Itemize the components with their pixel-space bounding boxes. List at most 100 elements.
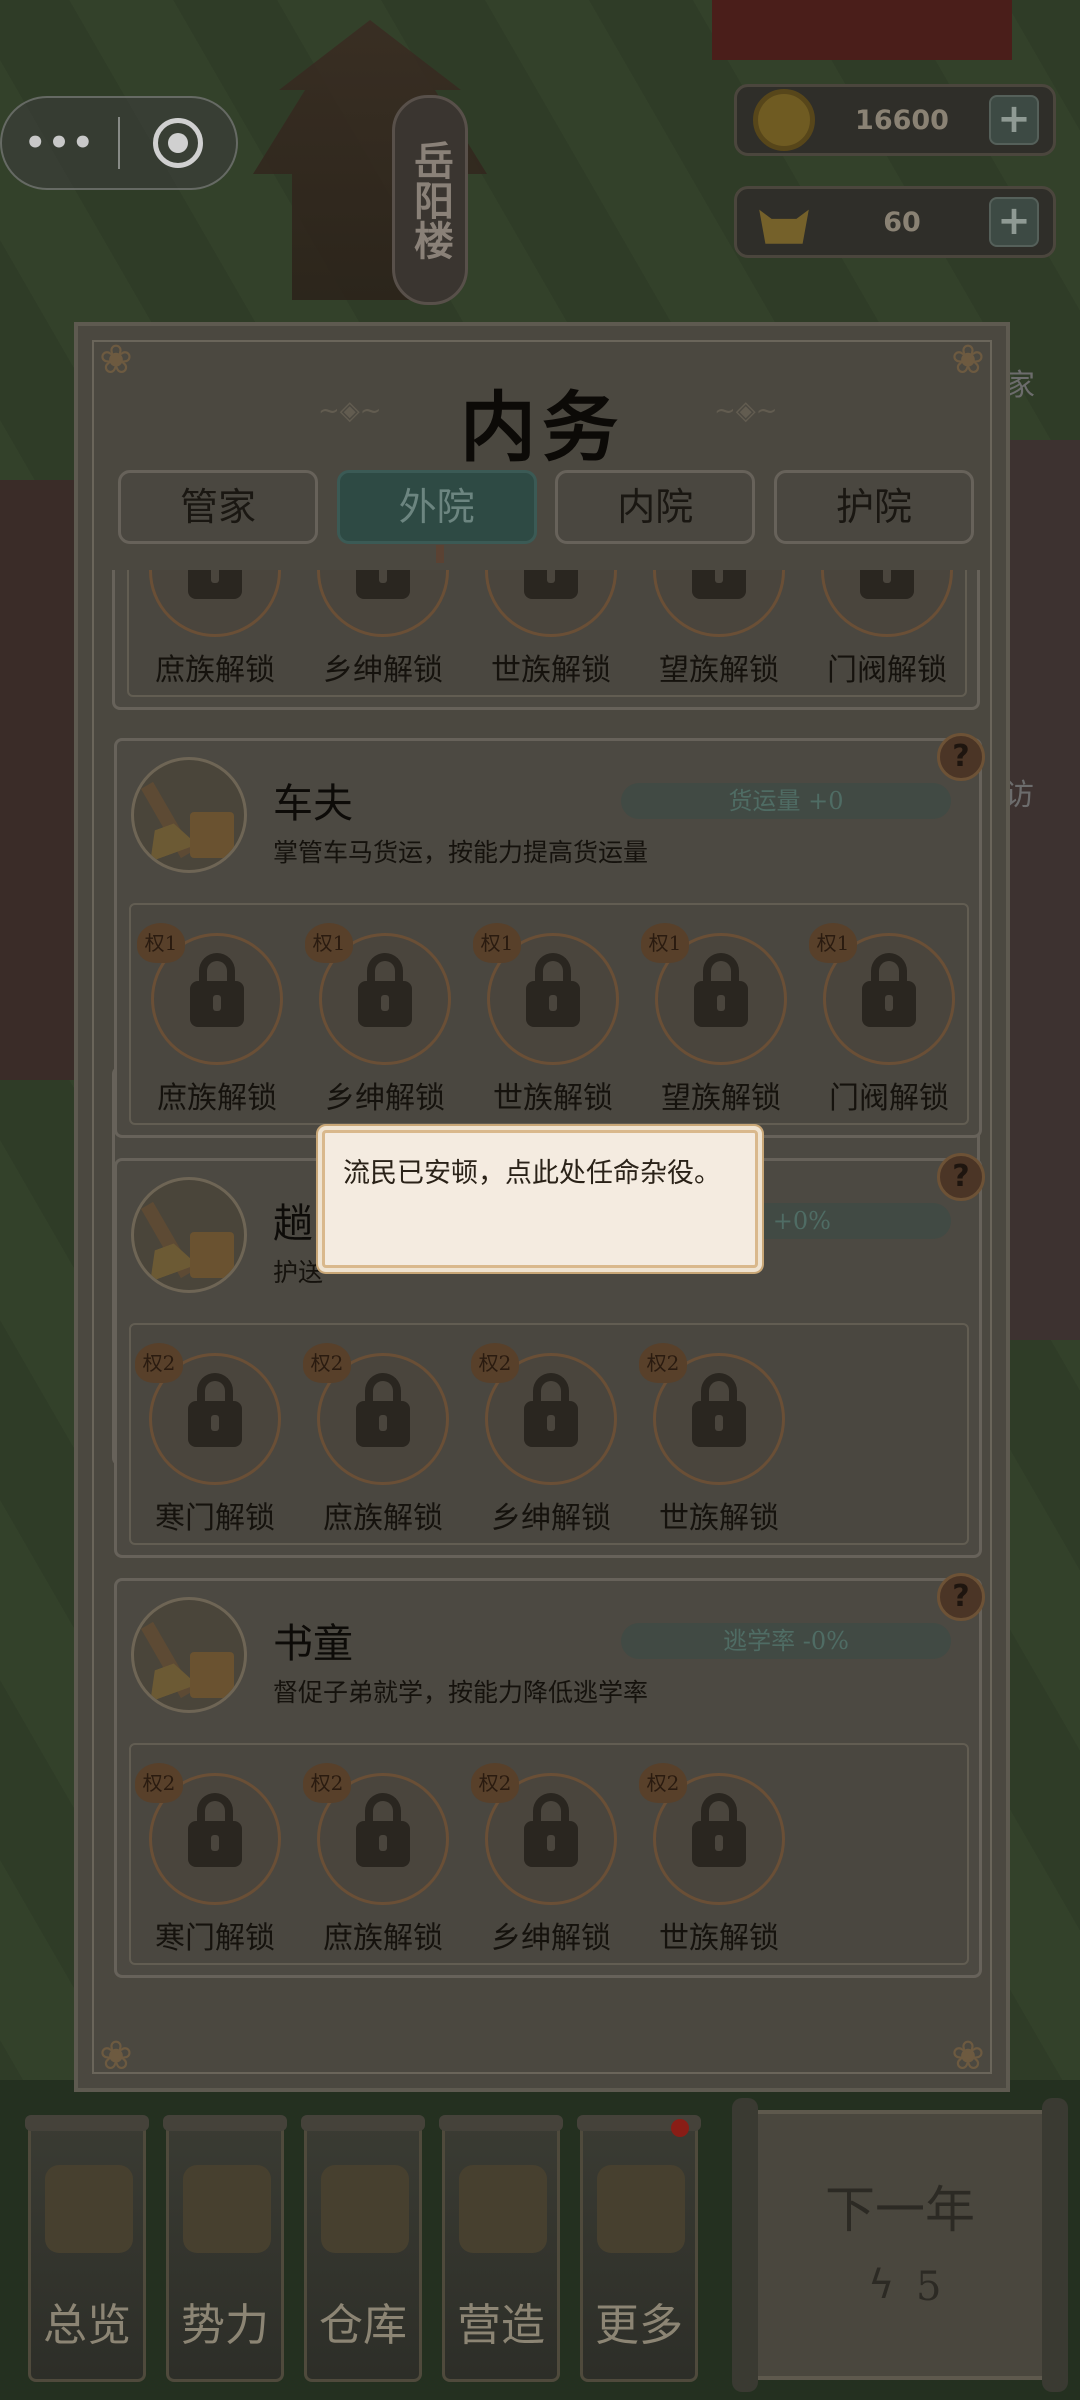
staff-slots: 权2 寒门解锁 权2 庶族解锁 权2 乡绅解锁 权2 世族解锁 xyxy=(129,1323,969,1545)
slot-unlock-label: 庶族解锁 xyxy=(157,1081,277,1116)
energy-value: 5 xyxy=(916,2264,942,2310)
lotus-corner-icon: ❀ xyxy=(99,2033,133,2079)
gold-value: 60 xyxy=(883,206,921,238)
rank-badge: 权2 xyxy=(471,1343,519,1383)
staff-slot[interactable]: 权1 门阀解锁 xyxy=(809,923,969,1123)
nav-overview[interactable]: 总览 xyxy=(25,2115,149,2382)
tab-inner-court[interactable]: 内院 xyxy=(555,470,756,544)
rank-badge: 权1 xyxy=(809,923,857,963)
energy-bolt-icon: ϟ xyxy=(868,2262,895,2308)
gold-ingot-icon xyxy=(759,209,809,244)
more-icon xyxy=(597,2165,685,2253)
nav-warehouse[interactable]: 仓库 xyxy=(301,2115,425,2382)
staff-slot[interactable]: 权1 乡绅解锁 xyxy=(305,923,465,1123)
staff-slot[interactable]: 权1 庶族解锁 xyxy=(137,923,297,1123)
section-name: 趟 xyxy=(273,1201,313,1247)
staff-slot[interactable]: 权2 庶族解锁 xyxy=(303,1343,463,1543)
coachman-section: 车夫 掌管车马货运，按能力提高货运量 货运量 +0 ? 权1 庶族解锁 权1 乡… xyxy=(114,733,985,1138)
nav-label: 营造 xyxy=(457,2300,545,2351)
tab-outer-court[interactable]: 外院 xyxy=(336,470,537,563)
tooltip-text: 流民已安顿，点此处任命杂役。 xyxy=(343,1158,721,1189)
staff-slots: 权2 寒门解锁 权2 庶族解锁 权2 乡绅解锁 权2 世族解锁 xyxy=(129,1743,969,1965)
staff-slot[interactable]: 权1 望族解锁 xyxy=(641,923,801,1123)
mini-program-capsule: ••• xyxy=(0,96,238,190)
coin-counter: 16600 + xyxy=(734,84,1056,156)
assign-servant-tooltip[interactable]: 流民已安顿，点此处任命杂役。 xyxy=(322,1130,758,1268)
rank-badge: 权1 xyxy=(305,923,353,963)
help-icon[interactable]: ? xyxy=(937,1573,985,1621)
slot-unlock-label: 世族解锁 xyxy=(493,1081,613,1116)
slot-unlock-label: 门阀解锁 xyxy=(827,653,947,688)
staff-slot[interactable]: 权2 寒门解锁 xyxy=(135,1343,295,1543)
section-name: 车夫 xyxy=(273,781,353,827)
nav-label: 更多 xyxy=(595,2300,683,2351)
staff-slot[interactable]: 权1 世族解锁 xyxy=(473,923,633,1123)
build-icon xyxy=(459,2165,547,2253)
slot-unlock-label: 乡绅解锁 xyxy=(325,1081,445,1116)
staff-slots: 权1 庶族解锁 权1 乡绅解锁 权1 世族解锁 权1 望族解锁 权1 门阀解锁 xyxy=(129,903,969,1125)
slot-unlock-label: 庶族解锁 xyxy=(323,1501,443,1536)
panel-title: 内务 xyxy=(460,383,624,472)
slot-unlock-label: 望族解锁 xyxy=(661,1081,781,1116)
gold-counter: 60 + xyxy=(734,186,1056,258)
staff-slot[interactable]: 望族解锁 xyxy=(639,570,799,695)
coin-icon xyxy=(753,89,815,151)
nav-more[interactable]: 更多 xyxy=(577,2115,701,2382)
slot-unlock-label: 庶族解锁 xyxy=(155,653,275,688)
broom-bucket-icon xyxy=(131,757,247,873)
section-desc: 督促子弟就学，按能力降低逃学率 xyxy=(273,1678,649,1707)
tab-steward[interactable]: 管家 xyxy=(118,470,318,544)
staff-slot[interactable]: 权2 寒门解锁 xyxy=(135,1763,295,1963)
slot-unlock-label: 乡绅解锁 xyxy=(323,653,443,688)
nav-label: 仓库 xyxy=(319,2300,407,2351)
staff-section: 庶族解锁 乡绅解锁 世族解锁 望族解锁 门阀解锁 xyxy=(112,570,980,710)
staff-slot[interactable]: 权2 庶族解锁 xyxy=(303,1763,463,1963)
slot-unlock-label: 世族解锁 xyxy=(659,1921,779,1956)
broom-bucket-icon xyxy=(131,1597,247,1713)
nav-label: 势力 xyxy=(181,2300,269,2351)
close-target-icon[interactable] xyxy=(120,118,236,168)
nav-label: 总览 xyxy=(43,2300,131,2351)
slot-unlock-label: 乡绅解锁 xyxy=(491,1501,611,1536)
menu-dots-icon[interactable]: ••• xyxy=(2,123,118,163)
section-desc: 掌管车马货运，按能力提高货运量 xyxy=(273,838,649,867)
section-name: 书童 xyxy=(273,1621,353,1667)
slot-unlock-label: 寒门解锁 xyxy=(155,1921,275,1956)
rank-badge: 权1 xyxy=(137,923,185,963)
broom-bucket-icon xyxy=(131,1177,247,1293)
rank-badge: 权1 xyxy=(473,923,521,963)
slot-unlock-label: 望族解锁 xyxy=(659,653,779,688)
staff-slot[interactable]: 权2 乡绅解锁 xyxy=(471,1343,631,1543)
rank-badge: 权1 xyxy=(641,923,689,963)
tab-guards[interactable]: 护院 xyxy=(773,470,974,544)
staff-slot[interactable]: 庶族解锁 xyxy=(135,570,295,695)
slot-unlock-label: 庶族解锁 xyxy=(323,1921,443,1956)
warehouse-icon xyxy=(321,2165,409,2253)
add-gold-button[interactable]: + xyxy=(989,197,1039,247)
map-red-roof xyxy=(712,0,1012,60)
section-stat: 逃学率 -0% xyxy=(621,1623,951,1659)
next-year-button[interactable]: 下一年 ϟ 5 xyxy=(732,2098,1068,2392)
rank-badge: 权2 xyxy=(639,1343,687,1383)
staff-slot[interactable]: 权2 世族解锁 xyxy=(639,1343,799,1543)
staff-slot[interactable]: 乡绅解锁 xyxy=(303,570,463,695)
rank-badge: 权2 xyxy=(639,1763,687,1803)
staff-slot[interactable]: 门阀解锁 xyxy=(807,570,967,695)
rank-badge: 权2 xyxy=(135,1343,183,1383)
nav-build[interactable]: 营造 xyxy=(439,2115,563,2382)
staff-slot[interactable]: 权2 世族解锁 xyxy=(639,1763,799,1963)
staff-slot[interactable]: 世族解锁 xyxy=(471,570,631,695)
help-icon[interactable]: ? xyxy=(937,733,985,781)
section-desc: 护送 xyxy=(273,1258,324,1287)
slot-unlock-label: 门阀解锁 xyxy=(829,1081,949,1116)
slot-unlock-label: 世族解锁 xyxy=(659,1501,779,1536)
map-left-building xyxy=(0,480,80,1080)
help-icon[interactable]: ? xyxy=(937,1153,985,1201)
add-coins-button[interactable]: + xyxy=(989,95,1039,145)
rank-badge: 权2 xyxy=(471,1763,519,1803)
staff-slot[interactable]: 权2 乡绅解锁 xyxy=(471,1763,631,1963)
slot-unlock-label: 乡绅解锁 xyxy=(491,1921,611,1956)
nav-faction[interactable]: 势力 xyxy=(163,2115,287,2382)
coin-value: 16600 xyxy=(855,104,949,136)
overview-icon xyxy=(45,2165,133,2253)
